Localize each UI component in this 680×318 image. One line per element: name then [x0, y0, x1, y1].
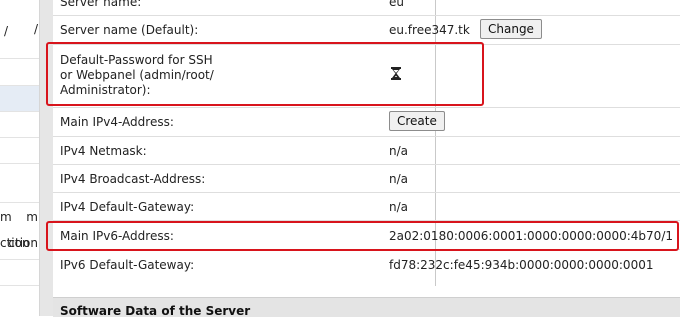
nav-item[interactable]: m: [0, 164, 39, 224]
highlight-box: [46, 42, 484, 106]
section-header: Software Data of the Server: [53, 297, 680, 318]
row-label: IPv4 Netmask:: [60, 144, 147, 158]
table-row: IPv4 Netmask: n/a: [53, 137, 680, 165]
row-value: eu: [389, 0, 404, 9]
row-value: n/a: [389, 200, 409, 214]
nav-item[interactable]: [0, 286, 39, 316]
table-row-server-name: Server name (Default): eu.free347.tk Cha…: [53, 16, 680, 45]
nav-item[interactable]: [0, 260, 39, 286]
table-row-ipv4: Main IPv4-Address: Create: [53, 108, 680, 137]
row-label: Main IPv4-Address:: [60, 115, 174, 129]
nav-text: m: [0, 210, 12, 224]
nav-item[interactable]: [0, 59, 39, 86]
row-label: IPv6 Default-Gateway:: [60, 258, 195, 272]
row-label: Server name (Default):: [60, 23, 199, 37]
change-button[interactable]: Change: [480, 19, 542, 39]
table-row: Server name: eu: [53, 0, 680, 16]
nav-item[interactable]: [0, 112, 39, 138]
row-value: n/a: [389, 172, 409, 186]
row-label: IPv4 Default-Gateway:: [60, 200, 195, 214]
table-row: IPv6 Default-Gateway: fd78:232c:fe45:934…: [53, 250, 680, 279]
nav-item-active[interactable]: [0, 86, 39, 112]
table-row: IPv4 Broadcast-Address: n/a: [53, 165, 680, 193]
row-value: n/a: [389, 144, 409, 158]
row-value: fd78:232c:fe45:934b:0000:0000:0000:0001: [389, 258, 654, 272]
highlight-box: [46, 221, 679, 251]
nav-text: ction: [0, 236, 30, 250]
row-label: Server name:: [60, 0, 142, 9]
server-name-value: eu.free347.tk: [389, 23, 470, 37]
row-label: IPv4 Broadcast-Address:: [60, 172, 206, 186]
table-row: IPv4 Default-Gateway: n/a: [53, 193, 680, 221]
nav-item[interactable]: [0, 138, 39, 164]
left-nav: / m ction: [0, 0, 40, 316]
nav-text: /: [4, 24, 9, 38]
create-button[interactable]: Create: [389, 111, 445, 131]
